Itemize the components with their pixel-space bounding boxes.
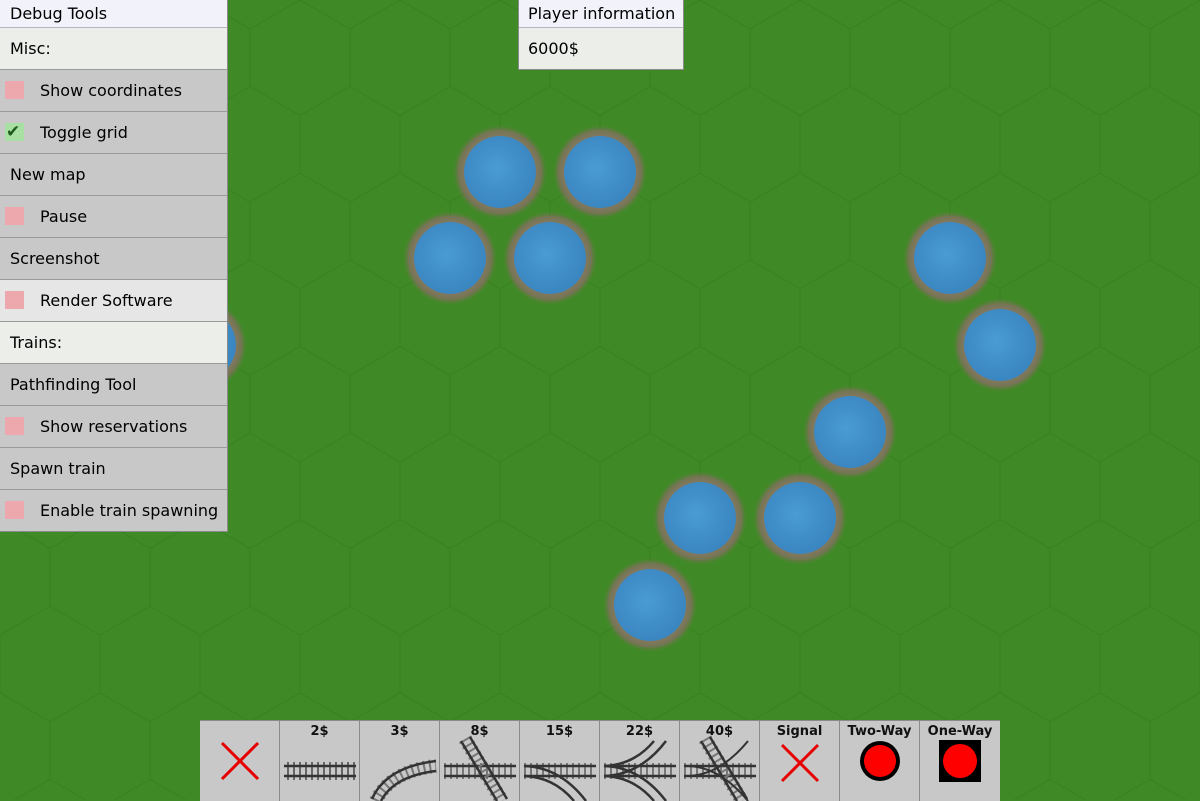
build-toolbar: 2$ 3$ 8$ 15$ 22$ 40$ Signal Two-Way One-… <box>200 720 1000 801</box>
water-tile <box>903 211 997 305</box>
new-map-button[interactable]: New map <box>0 154 227 196</box>
show-coordinates-checkbox[interactable] <box>5 81 24 99</box>
show-reservations-label: Show reservations <box>40 417 188 436</box>
water-tile <box>403 211 497 305</box>
one-way-signal-icon <box>939 740 981 782</box>
water-tile <box>753 471 847 565</box>
diagonal-track-icon <box>444 735 516 801</box>
curve-track-button[interactable]: 3$ <box>360 721 440 801</box>
misc-section-label: Misc: <box>0 28 227 70</box>
red-x-icon <box>220 741 260 781</box>
diagonal-track-button[interactable]: 8$ <box>440 721 520 801</box>
curve-track-icon <box>369 759 437 801</box>
enable-train-spawning-label: Enable train spawning <box>40 501 219 520</box>
two-way-signal-icon <box>860 741 900 781</box>
player-panel-title: Player information <box>519 0 683 28</box>
screenshot-button[interactable]: Screenshot <box>0 238 227 280</box>
signal-remove-button[interactable]: Signal <box>760 721 840 801</box>
checkmark-icon: ✔ <box>6 122 21 142</box>
toggle-grid-toggle[interactable]: ✔ Toggle grid <box>0 112 227 154</box>
player-information-panel: Player information 6000$ <box>518 0 684 70</box>
one-way-signal-button[interactable]: One-Way <box>920 721 1000 801</box>
pause-toggle[interactable]: Pause <box>0 196 227 238</box>
debug-tools-panel: Debug Tools Misc: Show coordinates ✔ Tog… <box>0 0 228 532</box>
two-way-signal-button[interactable]: Two-Way <box>840 721 920 801</box>
water-tile <box>503 211 597 305</box>
water-tile <box>553 125 647 219</box>
toggle-grid-checkbox[interactable]: ✔ <box>5 122 24 142</box>
water-tile <box>653 471 747 565</box>
render-software-toggle[interactable]: Render Software <box>0 280 227 322</box>
player-money: 6000$ <box>519 28 683 69</box>
water-tile <box>803 385 897 479</box>
pause-label: Pause <box>40 207 88 226</box>
render-software-checkbox[interactable] <box>5 291 24 309</box>
enable-train-spawning-checkbox[interactable] <box>5 501 24 519</box>
show-reservations-checkbox[interactable] <box>5 417 24 435</box>
straight-track-button[interactable]: 2$ <box>280 721 360 801</box>
crossing-track-button[interactable]: 40$ <box>680 721 760 801</box>
pause-checkbox[interactable] <box>5 207 24 225</box>
pathfinding-tool-button[interactable]: Pathfinding Tool <box>0 364 227 406</box>
show-coordinates-toggle[interactable]: Show coordinates <box>0 70 227 112</box>
remove-tool-button[interactable] <box>200 721 280 801</box>
double-switch-track-icon <box>603 740 676 801</box>
crossing-track-icon <box>684 735 756 801</box>
switch-track-icon <box>523 763 596 801</box>
toggle-grid-label: Toggle grid <box>40 123 128 142</box>
water-tile <box>603 558 697 652</box>
enable-train-spawning-toggle[interactable]: Enable train spawning <box>0 490 227 531</box>
show-coordinates-label: Show coordinates <box>40 81 182 100</box>
water-tile <box>953 298 1047 392</box>
straight-track-icon <box>284 762 356 780</box>
render-software-label: Render Software <box>40 291 173 310</box>
water-tile <box>453 125 547 219</box>
switch-track-button[interactable]: 15$ <box>520 721 600 801</box>
debug-panel-title: Debug Tools <box>0 0 227 28</box>
show-reservations-toggle[interactable]: Show reservations <box>0 406 227 448</box>
trains-section-label: Trains: <box>0 322 227 364</box>
spawn-train-button[interactable]: Spawn train <box>0 448 227 490</box>
double-switch-track-button[interactable]: 22$ <box>600 721 680 801</box>
red-x-icon <box>780 743 820 783</box>
